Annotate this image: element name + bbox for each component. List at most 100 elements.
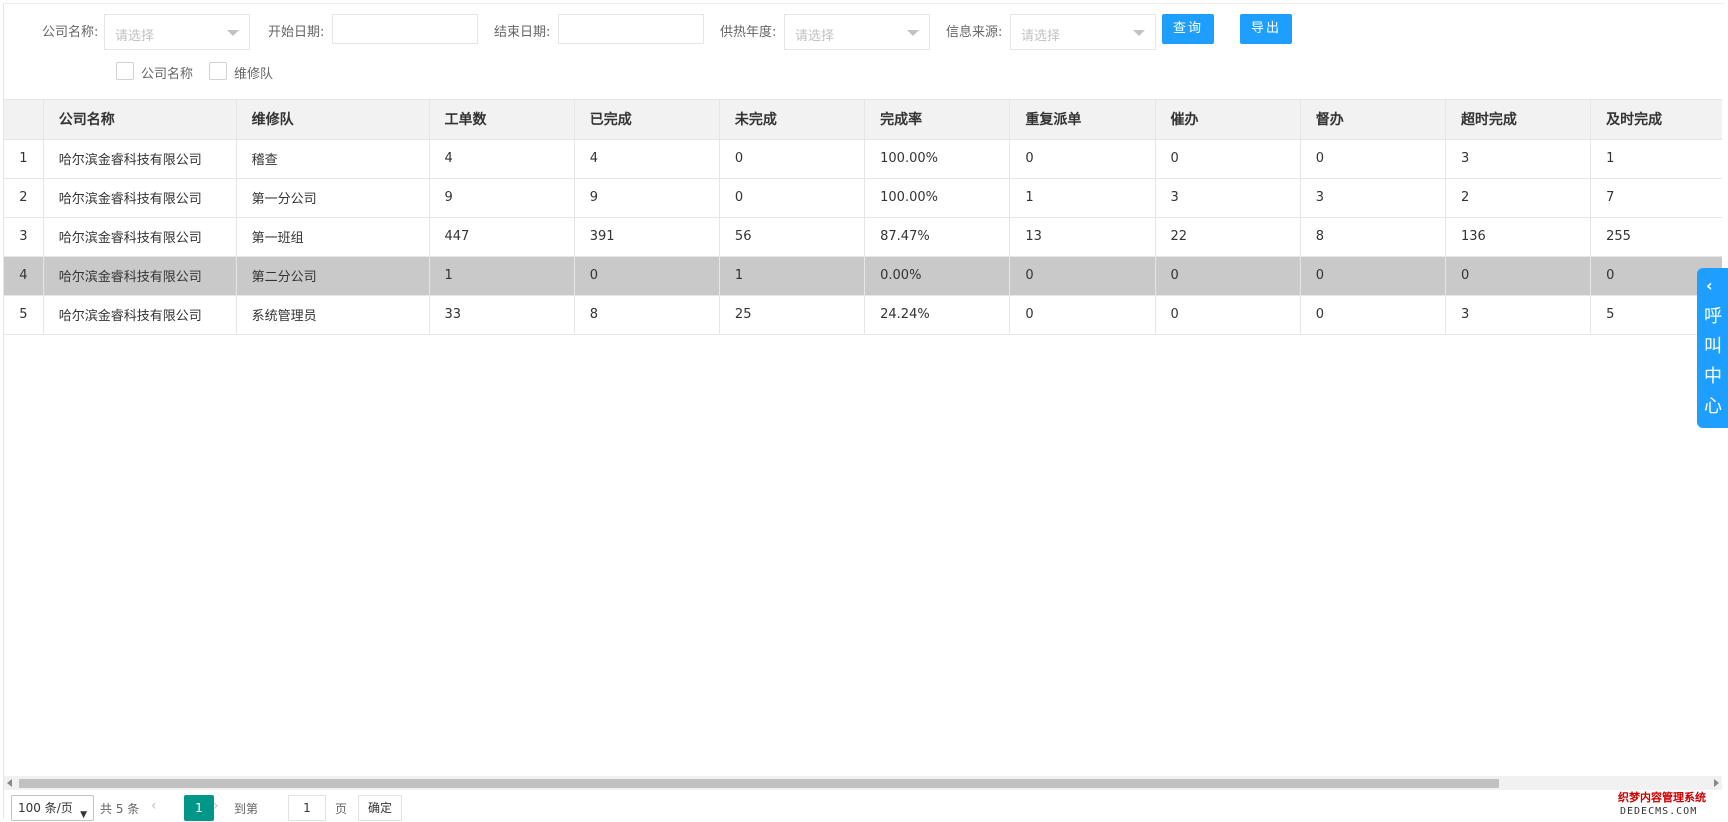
cell-repeat-dispatch: 0 bbox=[1009, 256, 1156, 296]
cell-repeat-dispatch: 0 bbox=[1009, 295, 1156, 335]
column-header-completion-rate[interactable]: 完成率 bbox=[864, 100, 1011, 140]
table-row[interactable]: 4 哈尔滨金睿科技有限公司 第二分公司 1 0 1 0.00% 0 0 0 0 0 bbox=[4, 256, 1722, 296]
scrollbar-thumb[interactable] bbox=[19, 779, 1499, 788]
cell-supervise: 0 bbox=[1300, 256, 1446, 296]
next-page-icon[interactable]: › bbox=[213, 798, 219, 814]
cell-company: 哈尔滨金睿科技有限公司 bbox=[43, 295, 237, 335]
goto-confirm-button[interactable]: 确定 bbox=[358, 795, 402, 821]
query-button[interactable]: 查询 bbox=[1162, 14, 1214, 44]
scroll-right-icon[interactable] bbox=[1714, 779, 1719, 787]
call-center-tab[interactable]: ‹ 呼叫中心 bbox=[1697, 268, 1728, 428]
cell-completion-rate: 0.00% bbox=[864, 256, 1011, 296]
cell-uncompleted: 0 bbox=[719, 139, 866, 179]
cell-index: 2 bbox=[4, 178, 44, 218]
horizontal-scrollbar[interactable] bbox=[4, 776, 1722, 790]
cell-completion-rate: 100.00% bbox=[864, 178, 1011, 218]
cell-repeat-dispatch: 13 bbox=[1009, 217, 1156, 257]
cell-completed: 8 bbox=[574, 295, 720, 335]
column-header-uncompleted[interactable]: 未完成 bbox=[719, 100, 866, 140]
column-header-timely-completed[interactable]: 及时完成 bbox=[1590, 100, 1722, 140]
chevron-down-icon bbox=[1133, 30, 1145, 36]
company-filter-label: 公司名称: bbox=[42, 25, 99, 40]
table-row[interactable]: 1 哈尔滨金睿科技有限公司 稽查 4 4 0 100.00% 0 0 0 3 1 bbox=[4, 139, 1722, 179]
cell-urge: 22 bbox=[1155, 217, 1301, 257]
current-page-button[interactable]: 1 bbox=[184, 795, 214, 821]
info-source-select[interactable]: 请选择 bbox=[1010, 14, 1156, 50]
table-row[interactable]: 2 哈尔滨金睿科技有限公司 第一分公司 9 9 0 100.00% 1 3 3 2 7 bbox=[4, 178, 1722, 218]
end-date-label: 结束日期: bbox=[494, 25, 551, 40]
cell-urge: 3 bbox=[1155, 178, 1301, 218]
cell-uncompleted: 0 bbox=[719, 178, 866, 218]
info-source-placeholder: 请选择 bbox=[1021, 29, 1061, 44]
cell-index: 1 bbox=[4, 139, 44, 179]
group-by-company-checkbox[interactable] bbox=[116, 62, 134, 80]
chevron-down-icon bbox=[907, 30, 919, 36]
cell-completed: 4 bbox=[574, 139, 720, 179]
report-table-container: 公司名称 维修队 工单数 已完成 未完成 完成率 重复派单 催办 督办 超时完成… bbox=[4, 99, 1722, 775]
cell-index: 3 bbox=[4, 217, 44, 257]
column-header-overtime-completed[interactable]: 超时完成 bbox=[1445, 100, 1592, 140]
export-button[interactable]: 导出 bbox=[1240, 14, 1292, 44]
scroll-left-icon[interactable] bbox=[7, 779, 12, 787]
table-header-row: 公司名称 维修队 工单数 已完成 未完成 完成率 重复派单 催办 督办 超时完成… bbox=[4, 100, 1722, 140]
heating-year-select[interactable]: 请选择 bbox=[784, 14, 930, 50]
cell-team: 第一分公司 bbox=[236, 178, 430, 218]
group-by-team-checkbox[interactable] bbox=[209, 62, 227, 80]
page-size-value: 100 条/页 bbox=[18, 801, 73, 815]
prev-page-icon[interactable]: ‹ bbox=[151, 798, 157, 814]
cell-completed: 391 bbox=[574, 217, 720, 257]
cell-overtime-completed: 136 bbox=[1445, 217, 1592, 257]
column-header-supervise[interactable]: 督办 bbox=[1300, 100, 1446, 140]
goto-page-input[interactable]: 1 bbox=[288, 795, 326, 821]
cell-completed: 0 bbox=[574, 256, 720, 296]
cell-team: 系统管理员 bbox=[236, 295, 430, 335]
cell-urge: 0 bbox=[1155, 295, 1301, 335]
cell-timely-completed: 1 bbox=[1590, 139, 1722, 179]
cell-supervise: 3 bbox=[1300, 178, 1446, 218]
company-select-placeholder: 请选择 bbox=[115, 29, 155, 44]
column-header-repeat-dispatch[interactable]: 重复派单 bbox=[1009, 100, 1156, 140]
column-header-orders[interactable]: 工单数 bbox=[429, 100, 575, 140]
cell-urge: 0 bbox=[1155, 139, 1301, 179]
page-unit-label: 页 bbox=[335, 802, 348, 816]
report-page: 公司名称: 请选择 开始日期: 结束日期: 供热年度: 请选择 信息来源: 请选… bbox=[3, 3, 1725, 821]
column-header-index bbox=[4, 100, 44, 140]
goto-label: 到第 bbox=[234, 802, 259, 816]
cell-orders: 9 bbox=[429, 178, 575, 218]
cell-orders: 33 bbox=[429, 295, 575, 335]
cell-company: 哈尔滨金睿科技有限公司 bbox=[43, 139, 237, 179]
column-header-urge[interactable]: 催办 bbox=[1155, 100, 1301, 140]
cell-urge: 0 bbox=[1155, 256, 1301, 296]
cell-team: 第二分公司 bbox=[236, 256, 430, 296]
column-header-team[interactable]: 维修队 bbox=[236, 100, 430, 140]
cell-supervise: 0 bbox=[1300, 295, 1446, 335]
cell-overtime-completed: 0 bbox=[1445, 256, 1592, 296]
page-size-select[interactable]: 100 条/页 ▼ bbox=[11, 795, 94, 821]
info-source-label: 信息来源: bbox=[946, 25, 1003, 40]
cell-company: 哈尔滨金睿科技有限公司 bbox=[43, 217, 237, 257]
heating-year-placeholder: 请选择 bbox=[795, 29, 835, 44]
pagination: 100 条/页 ▼ 共 5 条 ‹ 1 › 到第 1 页 确定 bbox=[11, 795, 511, 821]
cell-overtime-completed: 2 bbox=[1445, 178, 1592, 218]
cell-overtime-completed: 3 bbox=[1445, 295, 1592, 335]
group-by-team-label: 维修队 bbox=[234, 67, 274, 82]
group-by-company-label: 公司名称 bbox=[141, 67, 194, 82]
table-row[interactable]: 5 哈尔滨金睿科技有限公司 系统管理员 33 8 25 24.24% 0 0 0 3 5 bbox=[4, 295, 1722, 335]
end-date-input[interactable] bbox=[558, 14, 704, 44]
cell-repeat-dispatch: 1 bbox=[1009, 178, 1156, 218]
cell-timely-completed: 255 bbox=[1590, 217, 1722, 257]
chevron-down-icon bbox=[227, 30, 239, 36]
cell-uncompleted: 1 bbox=[719, 256, 866, 296]
column-header-completed[interactable]: 已完成 bbox=[574, 100, 720, 140]
cell-company: 哈尔滨金睿科技有限公司 bbox=[43, 256, 237, 296]
company-select[interactable]: 请选择 bbox=[104, 14, 250, 50]
column-header-company[interactable]: 公司名称 bbox=[43, 100, 237, 140]
watermark-url: DEDECMS.COM bbox=[1620, 806, 1698, 817]
cell-orders: 1 bbox=[429, 256, 575, 296]
cell-completed: 9 bbox=[574, 178, 720, 218]
cell-supervise: 8 bbox=[1300, 217, 1446, 257]
cell-timely-completed: 7 bbox=[1590, 178, 1722, 218]
start-date-input[interactable] bbox=[332, 14, 478, 44]
table-row[interactable]: 3 哈尔滨金睿科技有限公司 第一班组 447 391 56 87.47% 13 22 8 136 25… bbox=[4, 217, 1722, 257]
cell-completion-rate: 100.00% bbox=[864, 139, 1011, 179]
